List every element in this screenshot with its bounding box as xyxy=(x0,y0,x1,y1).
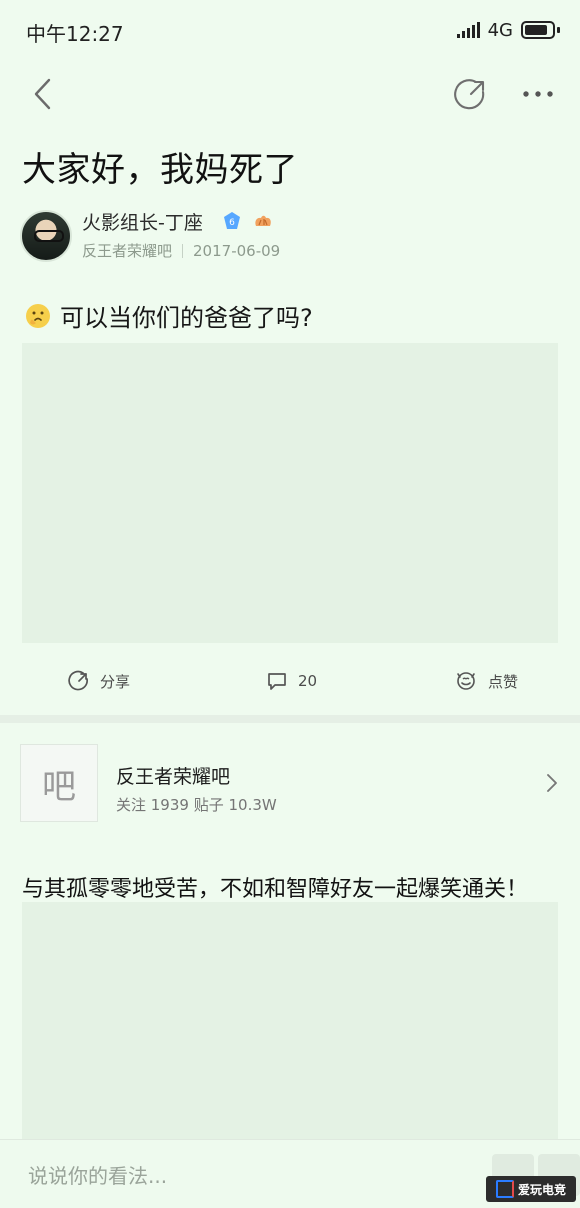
level-badge-icon: 6 xyxy=(224,212,240,229)
meta-divider xyxy=(182,243,184,258)
signal-icon xyxy=(456,22,480,38)
top-nav-bar xyxy=(0,60,580,126)
network-type: 4G xyxy=(487,19,513,41)
battery-tip xyxy=(557,27,560,33)
author-name[interactable]: 火影组长-丁座 xyxy=(82,208,203,235)
avatar-glasses xyxy=(34,230,64,242)
share-action-button[interactable]: 分享 xyxy=(68,670,130,692)
status-time: 中午12:27 xyxy=(26,22,124,46)
badge-level-number: 6 xyxy=(229,218,235,228)
battery-icon xyxy=(521,21,555,39)
post-body: 可以当你们的爸爸了吗? xyxy=(24,298,313,333)
author-avatar[interactable] xyxy=(20,210,72,262)
like-face-icon xyxy=(457,672,475,690)
share-label: 分享 xyxy=(100,672,131,691)
post-title: 大家好，我妈死了 xyxy=(22,150,298,190)
post-actions: 分享 20 点赞 xyxy=(0,664,580,706)
hands-badge-icon xyxy=(255,215,271,226)
ellipsis-icon xyxy=(523,91,553,97)
chevron-right-icon xyxy=(547,774,557,792)
forum-name: 反王者荣耀吧 xyxy=(116,766,231,788)
share-icon xyxy=(68,670,88,691)
comment-action-button[interactable]: 20 xyxy=(266,670,317,692)
forum-logo-char: 吧 xyxy=(42,766,76,807)
promo-text: 与其孤零零地受苦，不如和智障好友一起爆笑通关！ xyxy=(22,877,529,902)
author-row[interactable]: 火影组长-丁座 6 反王者荣耀吧 2017-06-09 xyxy=(20,206,560,266)
promo-image-placeholder[interactable] xyxy=(22,902,558,1140)
post-image-placeholder[interactable] xyxy=(22,343,558,643)
post-date: 2017-06-09 xyxy=(193,241,281,260)
forum-logo: 吧 xyxy=(20,744,98,822)
thinking-face-icon xyxy=(26,303,50,328)
comment-icon xyxy=(268,673,286,690)
watermark-text: 爱玩电竞 xyxy=(517,1182,566,1197)
post-body-text: 可以当你们的爸爸了吗? xyxy=(60,304,313,332)
author-meta: 反王者荣耀吧 2017-06-09 xyxy=(82,240,280,261)
forum-stats: 关注 1939 贴子 10.3W xyxy=(116,796,277,814)
like-label: 点赞 xyxy=(488,672,519,691)
like-action-button[interactable]: 点赞 xyxy=(454,670,518,692)
watermark-icon xyxy=(495,1180,514,1198)
share-arrow-icon xyxy=(454,79,485,110)
comment-count: 20 xyxy=(298,672,318,690)
section-divider xyxy=(0,715,580,723)
share-button[interactable] xyxy=(448,72,492,116)
back-button[interactable] xyxy=(22,74,62,114)
forum-card[interactable]: 吧 反王者荣耀吧 关注 1939 贴子 10.3W xyxy=(20,744,560,824)
more-button[interactable] xyxy=(514,76,562,112)
comment-input[interactable] xyxy=(26,1158,430,1194)
author-forum[interactable]: 反王者荣耀吧 xyxy=(82,240,172,261)
watermark-logo: 爱玩电竞 xyxy=(486,1176,576,1202)
status-indicators: 4G xyxy=(456,18,560,42)
status-bar: 中午12:27 4G xyxy=(0,0,580,60)
chevron-left-icon xyxy=(34,78,51,110)
